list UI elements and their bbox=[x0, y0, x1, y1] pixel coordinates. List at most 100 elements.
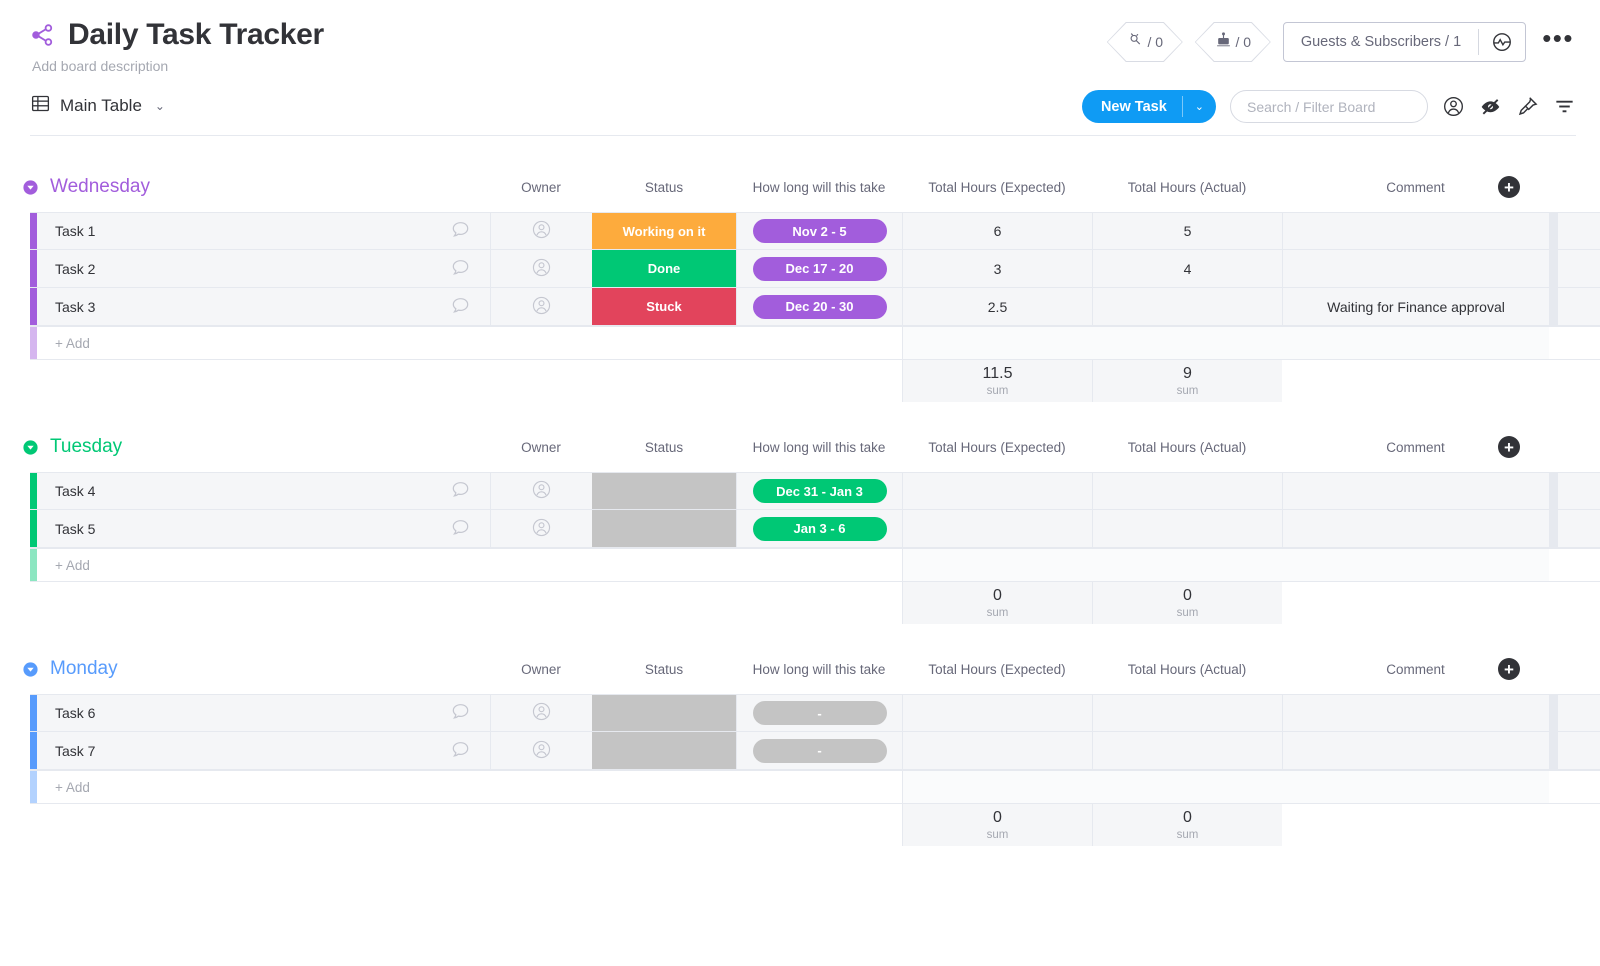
comment-cell[interactable] bbox=[1282, 213, 1549, 249]
column-header-act[interactable]: Total Hours (Actual) bbox=[1092, 432, 1282, 462]
column-header-owner[interactable]: Owner bbox=[490, 432, 592, 462]
expected-hours-cell[interactable]: 3 bbox=[902, 250, 1092, 287]
group-title[interactable]: Monday bbox=[50, 658, 118, 680]
add-task-row[interactable]: + Add bbox=[30, 548, 1600, 582]
expected-hours-cell[interactable] bbox=[902, 510, 1092, 547]
column-header-exp[interactable]: Total Hours (Expected) bbox=[902, 432, 1092, 462]
chat-bubble-icon[interactable] bbox=[450, 257, 471, 281]
chat-bubble-icon[interactable] bbox=[450, 219, 471, 243]
task-name[interactable]: Task 3 bbox=[55, 299, 95, 315]
chat-bubble-icon[interactable] bbox=[450, 295, 471, 319]
table-row[interactable]: Task 6 - bbox=[30, 694, 1600, 732]
column-header-exp[interactable]: Total Hours (Expected) bbox=[902, 172, 1092, 202]
add-task-label[interactable]: + Add bbox=[55, 780, 90, 795]
timeline-pill[interactable]: Nov 2 - 5 bbox=[752, 219, 887, 243]
timeline-pill[interactable]: - bbox=[752, 701, 887, 725]
table-row[interactable]: Task 2 Done Dec 17 - 20 3 4 bbox=[30, 250, 1600, 288]
add-task-label[interactable]: + Add bbox=[55, 336, 90, 351]
timeline-pill[interactable]: Dec 17 - 20 bbox=[752, 256, 887, 281]
table-row[interactable]: Task 5 Jan 3 - 6 bbox=[30, 510, 1600, 548]
task-name[interactable]: Task 7 bbox=[55, 743, 95, 759]
timeline-pill[interactable]: Dec 31 - Jan 3 bbox=[752, 479, 887, 503]
table-row[interactable]: Task 7 - bbox=[30, 732, 1600, 770]
task-name[interactable]: Task 5 bbox=[55, 521, 95, 537]
sort-filter-icon[interactable] bbox=[1553, 95, 1576, 118]
table-row[interactable]: Task 1 Working on it Nov 2 - 5 65 bbox=[30, 212, 1600, 250]
avatar-placeholder-icon[interactable] bbox=[531, 701, 552, 725]
chat-bubble-icon[interactable] bbox=[450, 701, 471, 725]
task-name[interactable]: Task 1 bbox=[55, 223, 95, 239]
avatar-placeholder-icon[interactable] bbox=[531, 295, 552, 319]
sum-expected-cell[interactable]: 11.5 sum bbox=[902, 360, 1092, 402]
table-row[interactable]: Task 3 Stuck Dec 20 - 30 2.5 Waiting for Fin… bbox=[30, 288, 1600, 326]
timeline-pill[interactable]: Jan 3 - 6 bbox=[752, 516, 887, 541]
timeline-cell[interactable]: Dec 20 - 30 bbox=[736, 288, 902, 325]
status-badge[interactable] bbox=[592, 732, 736, 769]
status-cell[interactable] bbox=[592, 473, 736, 509]
expected-hours-cell[interactable] bbox=[902, 473, 1092, 509]
column-header-status[interactable]: Status bbox=[592, 172, 736, 202]
avatar-placeholder-icon[interactable] bbox=[531, 517, 552, 541]
chat-cell[interactable] bbox=[430, 288, 490, 325]
chat-cell[interactable] bbox=[430, 732, 490, 769]
integrations-badge[interactable]: / 0 bbox=[1106, 22, 1183, 62]
actual-hours-cell[interactable] bbox=[1092, 732, 1282, 769]
actual-hours-cell[interactable] bbox=[1092, 695, 1282, 731]
owner-cell[interactable] bbox=[490, 473, 592, 509]
new-task-button[interactable]: New Task ⌄ bbox=[1081, 90, 1216, 123]
actual-hours-cell[interactable] bbox=[1092, 473, 1282, 509]
avatar-placeholder-icon[interactable] bbox=[531, 257, 552, 281]
sum-expected-cell[interactable]: 0 sum bbox=[902, 804, 1092, 846]
comment-cell[interactable] bbox=[1282, 732, 1549, 769]
column-header-act[interactable]: Total Hours (Actual) bbox=[1092, 654, 1282, 684]
tab-main-table[interactable]: Main Table ⌄ bbox=[30, 93, 165, 119]
group-title[interactable]: Wednesday bbox=[50, 176, 150, 198]
chat-cell[interactable] bbox=[430, 213, 490, 249]
column-header-time[interactable]: How long will this take bbox=[736, 654, 902, 684]
chat-bubble-icon[interactable] bbox=[450, 739, 471, 763]
pin-icon[interactable] bbox=[1516, 95, 1539, 118]
chat-bubble-icon[interactable] bbox=[450, 517, 471, 541]
actual-hours-cell[interactable] bbox=[1092, 288, 1282, 325]
owner-cell[interactable] bbox=[490, 695, 592, 731]
expected-hours-cell[interactable]: 2.5 bbox=[902, 288, 1092, 325]
owner-cell[interactable] bbox=[490, 732, 592, 769]
sum-actual-cell[interactable]: 0 sum bbox=[1092, 582, 1282, 624]
search-input[interactable] bbox=[1247, 98, 1411, 115]
add-task-row[interactable]: + Add bbox=[30, 770, 1600, 804]
status-cell[interactable]: Done bbox=[592, 250, 736, 287]
column-header-owner[interactable]: Owner bbox=[490, 172, 592, 202]
guests-subscribers-box[interactable]: Guests & Subscribers / 1 bbox=[1282, 22, 1527, 62]
timeline-cell[interactable]: Dec 17 - 20 bbox=[736, 250, 902, 287]
hide-eye-slash-icon[interactable] bbox=[1479, 95, 1502, 118]
comment-cell[interactable] bbox=[1282, 510, 1549, 547]
group-collapse-icon[interactable] bbox=[22, 661, 39, 678]
status-badge[interactable]: Stuck bbox=[592, 288, 736, 325]
add-task-label[interactable]: + Add bbox=[55, 558, 90, 573]
timeline-cell[interactable]: Jan 3 - 6 bbox=[736, 510, 902, 547]
sum-actual-cell[interactable]: 0 sum bbox=[1092, 804, 1282, 846]
avatar-placeholder-icon[interactable] bbox=[531, 739, 552, 763]
column-header-time[interactable]: How long will this take bbox=[736, 172, 902, 202]
chat-bubble-icon[interactable] bbox=[450, 479, 471, 503]
timeline-cell[interactable]: Nov 2 - 5 bbox=[736, 213, 902, 249]
comment-cell[interactable] bbox=[1282, 473, 1549, 509]
actual-hours-cell[interactable]: 4 bbox=[1092, 250, 1282, 287]
status-cell[interactable] bbox=[592, 732, 736, 769]
expected-hours-cell[interactable]: 6 bbox=[902, 213, 1092, 249]
timeline-pill[interactable]: - bbox=[752, 738, 887, 763]
column-header-act[interactable]: Total Hours (Actual) bbox=[1092, 172, 1282, 202]
expected-hours-cell[interactable] bbox=[902, 732, 1092, 769]
status-cell[interactable]: Working on it bbox=[592, 213, 736, 249]
add-column-button[interactable]: + bbox=[1498, 436, 1520, 458]
comment-cell[interactable] bbox=[1282, 695, 1549, 731]
add-task-row[interactable]: + Add bbox=[30, 326, 1600, 360]
timeline-cell[interactable]: - bbox=[736, 732, 902, 769]
new-task-dropdown-icon[interactable]: ⌄ bbox=[1183, 90, 1216, 123]
status-badge[interactable] bbox=[592, 473, 736, 509]
group-collapse-icon[interactable] bbox=[22, 179, 39, 196]
chat-cell[interactable] bbox=[430, 250, 490, 287]
column-header-time[interactable]: How long will this take bbox=[736, 432, 902, 462]
group-collapse-icon[interactable] bbox=[22, 439, 39, 456]
add-column-button[interactable]: + bbox=[1498, 176, 1520, 198]
